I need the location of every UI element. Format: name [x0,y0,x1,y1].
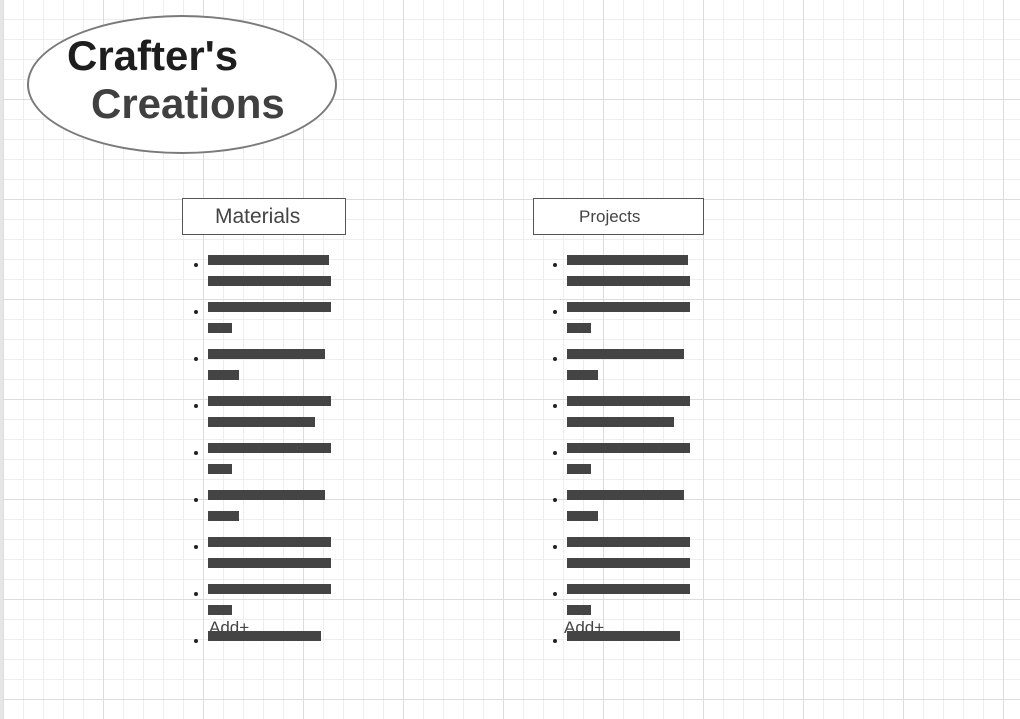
canvas-left-edge [0,0,3,719]
logo-title-line1: Crafter's [67,32,239,79]
redacted-text-bar [208,396,331,406]
projects-list-item[interactable] [552,537,690,579]
redacted-text-bar [208,490,325,500]
projects-list-item[interactable] [552,396,690,438]
materials-header: Materials [182,198,346,235]
redacted-text-bar [208,417,315,427]
redacted-text-bar [208,511,239,521]
projects-add-button[interactable]: Add+ [564,618,604,638]
redacted-text-bar [567,490,684,500]
redacted-text-bar [208,558,331,568]
redacted-text-bar [208,255,329,265]
redacted-text-bar [567,276,690,286]
materials-list-item[interactable] [193,490,331,532]
redacted-text-bar [208,537,331,547]
materials-header-label: Materials [215,204,301,228]
projects-header-label: Projects [579,206,641,226]
redacted-text-bar [567,443,690,453]
redacted-text-bar [567,396,690,406]
materials-list-item[interactable] [193,443,331,485]
redacted-text-bar [567,349,684,359]
materials-list [193,250,331,673]
projects-list-item[interactable] [552,349,690,391]
logo-title-line2: Creations [91,80,285,127]
projects-list-item[interactable] [552,302,690,344]
redacted-text-bar [567,302,690,312]
materials-list-item[interactable] [193,255,331,297]
redacted-text-bar [208,370,239,380]
redacted-text-bar [208,443,331,453]
projects-list-item[interactable] [552,255,690,297]
projects-list-item[interactable] [552,443,690,485]
materials-list-item[interactable] [193,396,331,438]
redacted-text-bar [567,464,591,474]
redacted-text-bar [208,276,331,286]
materials-list-item[interactable] [193,302,331,344]
materials-add-button[interactable]: Add+ [209,618,249,638]
redacted-text-bar [208,464,232,474]
materials-list-item[interactable] [193,537,331,579]
redacted-text-bar [208,302,331,312]
logo: Crafter's Creations [27,15,337,154]
redacted-text-bar [208,605,232,615]
redacted-text-bar [567,558,690,568]
redacted-text-bar [208,323,232,333]
redacted-text-bar [208,584,331,594]
redacted-text-bar [567,605,591,615]
materials-list-item[interactable] [193,349,331,391]
redacted-text-bar [567,323,591,333]
redacted-text-bar [567,370,598,380]
redacted-text-bar [567,584,690,594]
redacted-text-bar [208,349,325,359]
redacted-text-bar [567,537,690,547]
projects-list [552,250,690,673]
projects-list-item[interactable] [552,490,690,532]
redacted-text-bar [567,255,688,265]
redacted-text-bar [567,511,598,521]
redacted-text-bar [567,417,674,427]
projects-header: Projects [533,198,704,235]
